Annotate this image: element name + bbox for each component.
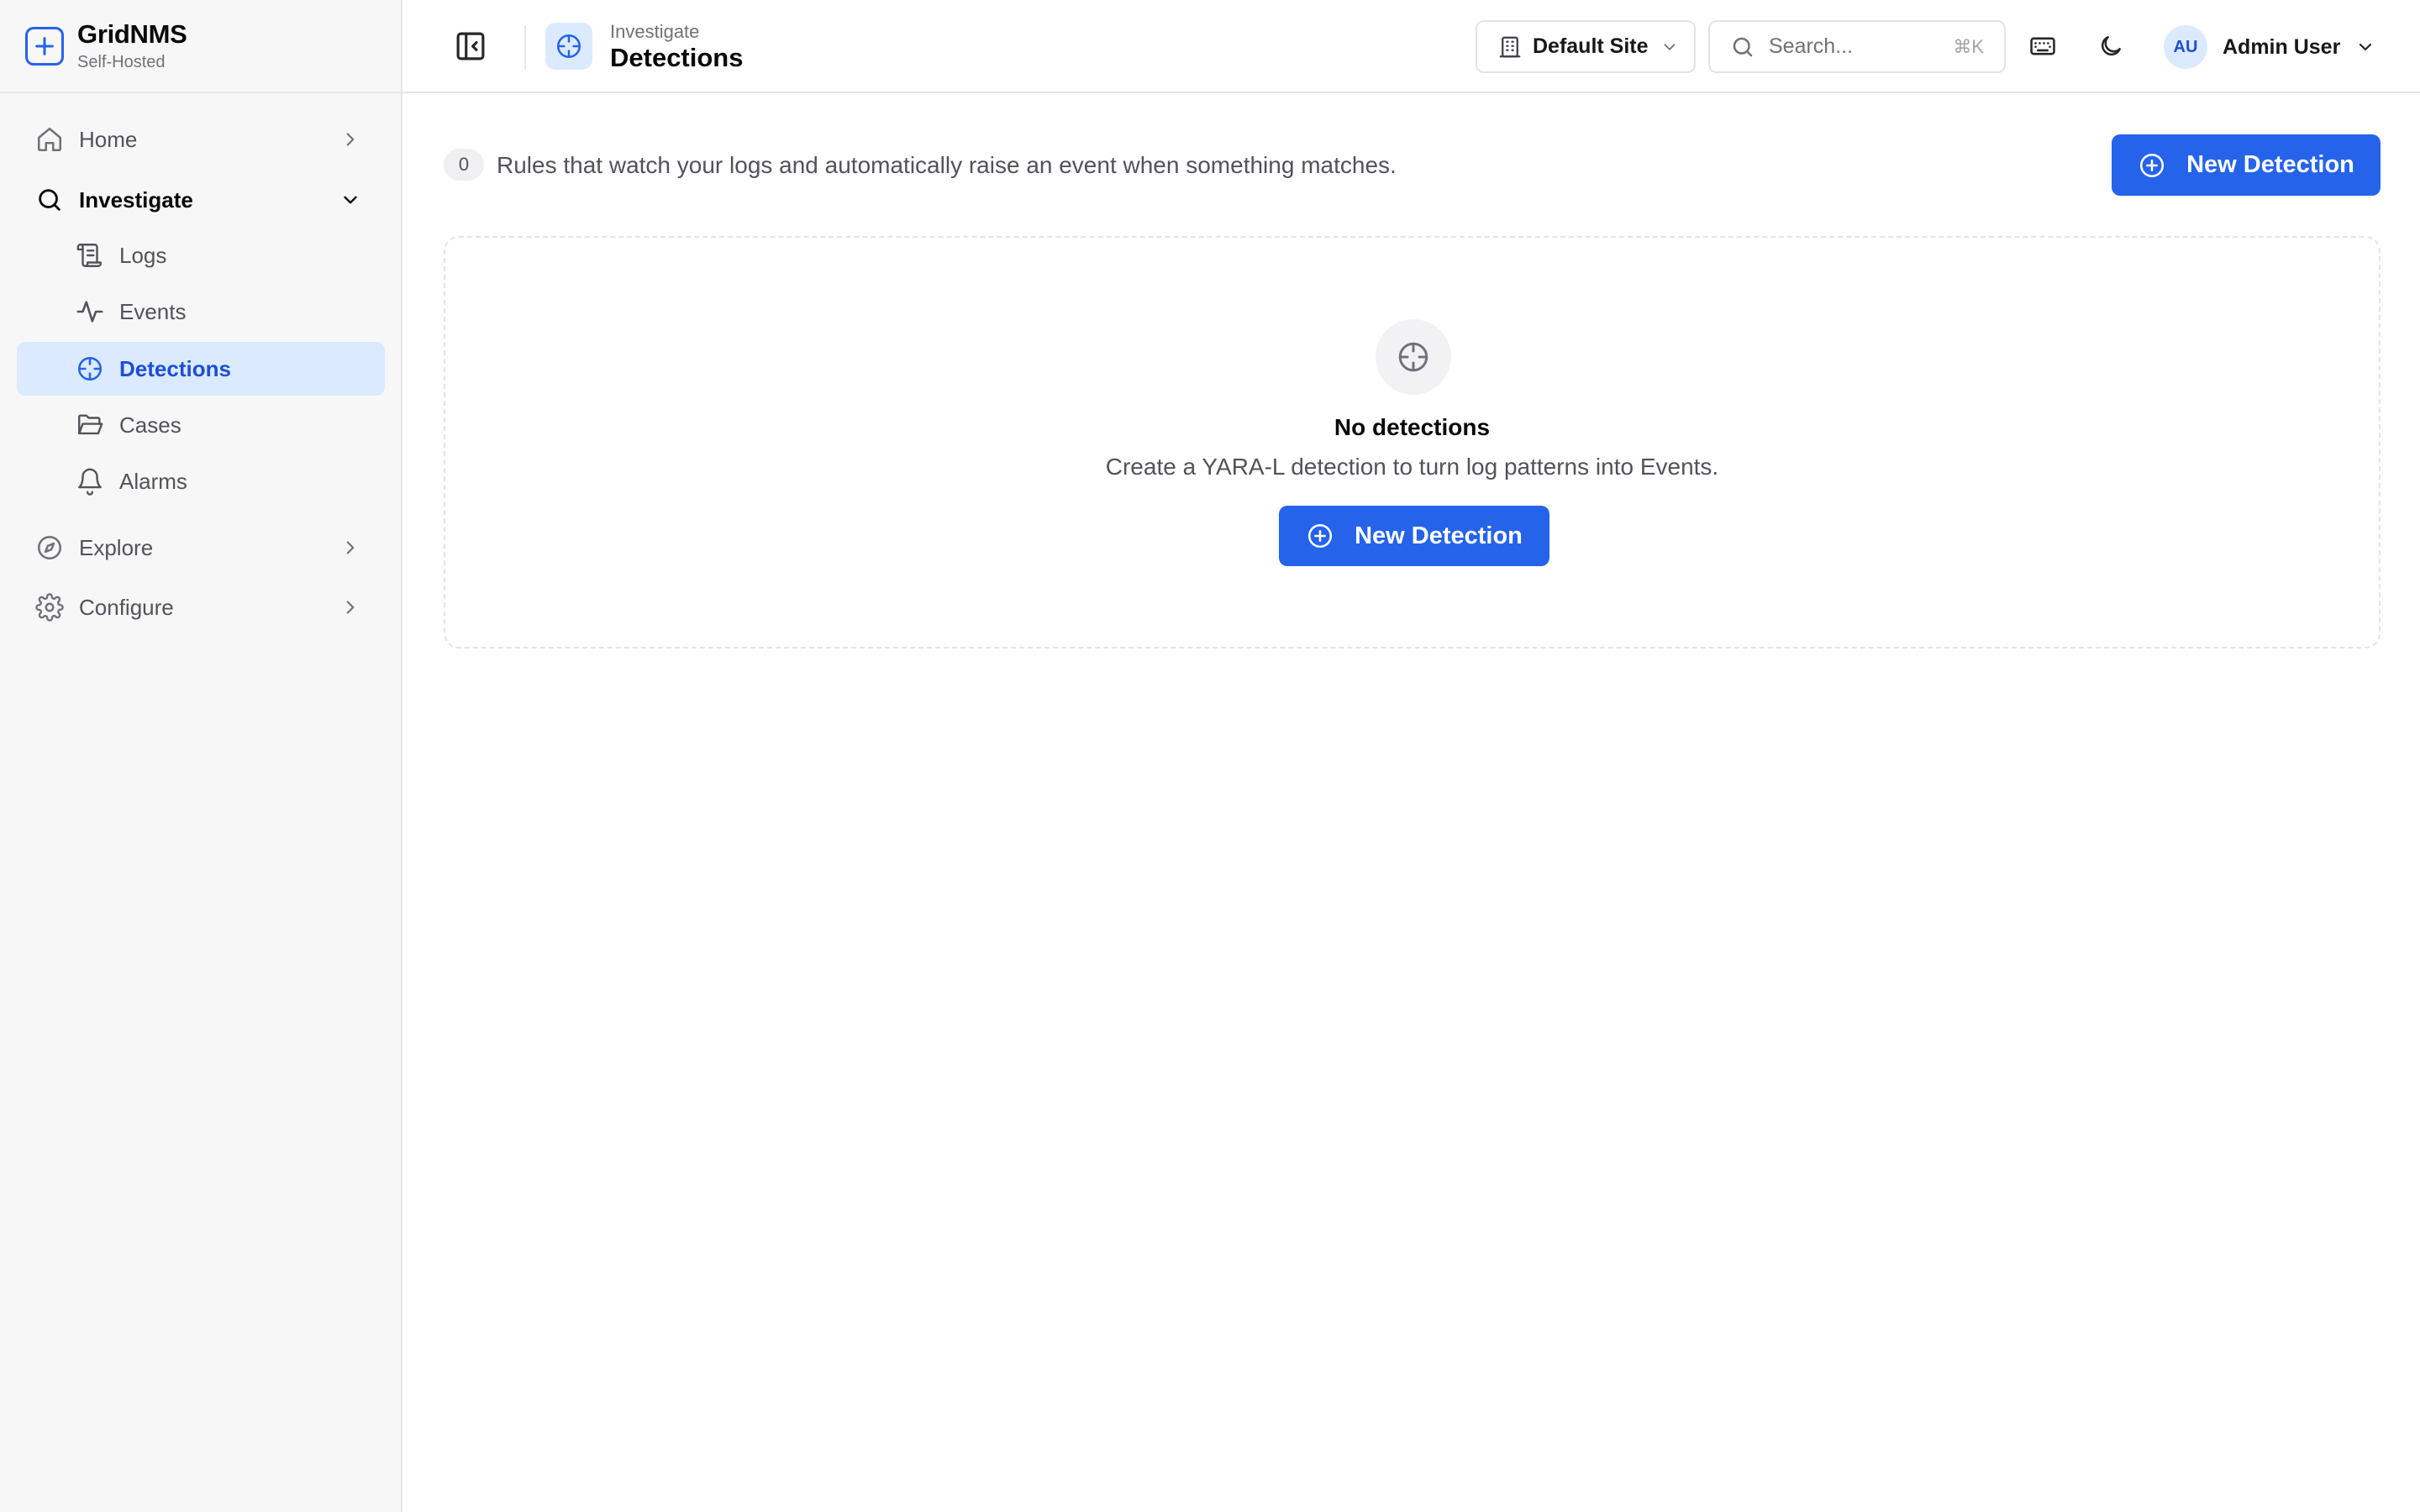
- bell-icon: [76, 467, 104, 496]
- breadcrumb-parent[interactable]: Investigate: [610, 21, 743, 43]
- sidebar-item-label: Investigate: [79, 186, 193, 213]
- sidebar-item-label: Home: [79, 126, 138, 152]
- sidebar: GridNMS Self-Hosted Home Investigate Log…: [0, 0, 402, 1512]
- folder-open-icon: [76, 411, 104, 439]
- empty-state-new-detection-button[interactable]: New Detection: [1279, 506, 1549, 566]
- sidebar-item-explore[interactable]: Explore: [17, 521, 385, 575]
- theme-toggle-button[interactable]: [2093, 29, 2128, 64]
- keyboard-shortcuts-button[interactable]: [2025, 29, 2060, 64]
- site-select-value: Default Site: [1533, 34, 1649, 58]
- sidebar-item-label: Configure: [79, 594, 174, 620]
- sidebar-item-logs[interactable]: Logs: [17, 228, 385, 282]
- brand-name: GridNMS: [77, 18, 187, 49]
- brand[interactable]: GridNMS Self-Hosted: [0, 0, 401, 93]
- building-icon: [1497, 34, 1523, 60]
- activity-icon: [76, 297, 104, 326]
- crosshair-icon: [545, 23, 592, 70]
- gear-icon: [35, 593, 64, 622]
- global-search[interactable]: ⌘K: [1708, 20, 2006, 73]
- search-icon: [1730, 34, 1755, 60]
- compass-icon: [35, 533, 64, 562]
- user-name: Admin User: [2223, 34, 2341, 59]
- breadcrumb: Investigate Detections: [610, 21, 743, 73]
- header-divider: [524, 25, 526, 69]
- detection-count-badge: 0: [444, 149, 484, 181]
- sidebar-item-home[interactable]: Home: [17, 113, 385, 166]
- sidebar-item-cases[interactable]: Cases: [17, 398, 385, 452]
- sidebar-toggle-button[interactable]: [453, 29, 488, 64]
- new-detection-button-label: New Detection: [2186, 151, 2354, 178]
- sidebar-item-investigate[interactable]: Investigate: [17, 173, 385, 227]
- crosshair-icon: [1376, 319, 1451, 395]
- search-icon: [35, 186, 64, 214]
- chevron-down-icon: [339, 189, 361, 211]
- sidebar-item-label: Explore: [79, 534, 154, 560]
- search-shortcut-hint: ⌘K: [1953, 35, 1984, 57]
- empty-state-title: No detections: [1334, 414, 1491, 440]
- sidebar-item-label: Alarms: [119, 468, 187, 494]
- brand-logo-icon: [25, 26, 64, 66]
- sidebar-item-label: Detections: [119, 355, 231, 381]
- sidebar-item-detections[interactable]: Detections: [17, 342, 385, 396]
- empty-state: No detections Create a YARA-L detection …: [444, 236, 2381, 648]
- empty-state-button-label: New Detection: [1355, 522, 1523, 549]
- home-icon: [35, 125, 64, 154]
- scroll-icon: [76, 241, 104, 270]
- chevron-right-icon: [339, 537, 361, 559]
- search-input[interactable]: [1769, 34, 1937, 59]
- plus-circle-icon: [2138, 151, 2166, 180]
- panel-left-close-icon: [456, 32, 485, 60]
- page-description: Rules that watch your logs and automatic…: [497, 152, 1397, 178]
- sidebar-item-label: Cases: [119, 412, 182, 438]
- keyboard-icon: [2030, 37, 2055, 55]
- page-title: Detections: [610, 43, 744, 72]
- plus-circle-icon: [1306, 522, 1334, 550]
- moon-icon: [2101, 36, 2121, 56]
- sidebar-item-alarms[interactable]: Alarms: [17, 454, 385, 508]
- avatar: AU: [2164, 25, 2207, 69]
- site-select[interactable]: Default Site: [1476, 20, 1696, 73]
- sidebar-item-events[interactable]: Events: [17, 285, 385, 339]
- sidebar-item-configure[interactable]: Configure: [17, 580, 385, 634]
- chevron-down-icon: [2355, 37, 2375, 57]
- top-header: Investigate Detections Default Site ⌘K A…: [402, 0, 2420, 93]
- empty-state-subtitle: Create a YARA-L detection to turn log pa…: [1105, 454, 1719, 480]
- new-detection-button[interactable]: New Detection: [2112, 134, 2381, 196]
- chevron-down-icon: [1660, 38, 1679, 56]
- crosshair-icon: [76, 354, 104, 383]
- chevron-right-icon: [339, 129, 361, 150]
- sidebar-item-label: Events: [119, 298, 187, 324]
- chevron-right-icon: [339, 596, 361, 618]
- sidebar-item-label: Logs: [119, 242, 167, 268]
- user-menu[interactable]: AU Admin User: [2164, 24, 2375, 71]
- brand-subtitle: Self-Hosted: [77, 52, 166, 71]
